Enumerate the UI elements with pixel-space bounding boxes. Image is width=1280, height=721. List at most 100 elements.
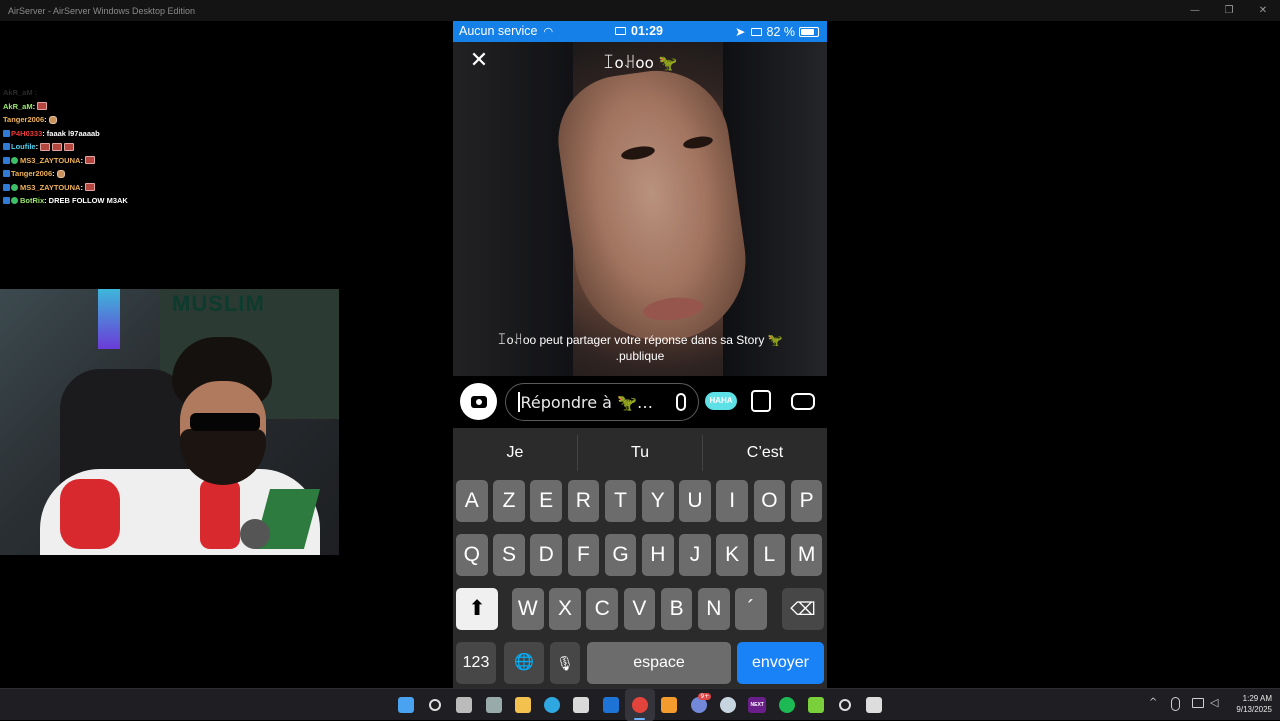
dictation-key[interactable]: 🎙 xyxy=(550,642,580,684)
suggestion-item[interactable]: Je xyxy=(453,435,578,471)
key-y[interactable]: Y xyxy=(642,480,674,522)
chat-badge-icon xyxy=(11,197,18,205)
globe-key[interactable]: 🌐 xyxy=(504,642,544,684)
chat-username[interactable]: Tanger2006 xyxy=(3,115,44,124)
key-c[interactable]: C xyxy=(586,588,618,630)
taskbar-app-app-a-icon[interactable] xyxy=(655,689,684,721)
chat-badge-icon xyxy=(3,197,10,205)
reply-input[interactable]: Répondre à 🦖… xyxy=(505,383,699,421)
send-key[interactable]: envoyer xyxy=(737,642,824,684)
chat-username[interactable]: Tanger2006 xyxy=(11,169,52,178)
taskbar-app-spotify-icon[interactable] xyxy=(772,689,801,721)
airplay-icon xyxy=(750,27,762,36)
chat-username[interactable]: Loufile xyxy=(11,142,36,151)
tray-chevron-icon[interactable]: ^ xyxy=(1149,697,1157,708)
key-f[interactable]: F xyxy=(567,534,600,576)
minimize-button[interactable]: — xyxy=(1178,0,1212,21)
location-icon: ➤ xyxy=(735,25,746,39)
taskbar-app-start-icon[interactable] xyxy=(391,689,420,721)
space-key[interactable]: espace xyxy=(587,642,731,684)
start-icon xyxy=(397,697,414,713)
key-p[interactable]: P xyxy=(790,480,823,522)
chat-text: faaak l97aaaab xyxy=(46,128,100,138)
taskbar-app-search-icon[interactable] xyxy=(420,689,449,721)
key-s[interactable]: S xyxy=(493,534,525,576)
key-m[interactable]: M xyxy=(790,534,823,576)
camera-button[interactable] xyxy=(460,383,497,420)
key-row-4: 123 🌐 🎙 espace envoyer xyxy=(453,642,827,684)
key-o[interactable]: O xyxy=(753,480,786,522)
key-d[interactable]: D xyxy=(530,534,562,576)
key-i[interactable]: I xyxy=(716,480,748,522)
key-q[interactable]: Q xyxy=(456,534,488,576)
chat-message: Tanger2006 : xyxy=(3,113,203,127)
key-w[interactable]: W xyxy=(512,588,544,630)
chat-username[interactable]: AkR_aM xyxy=(3,102,33,111)
sticker-icon[interactable] xyxy=(751,390,771,412)
taskbar-app-steam-icon[interactable] xyxy=(713,689,742,721)
key-k[interactable]: K xyxy=(716,534,748,576)
taskbar-app-settings-icon[interactable] xyxy=(479,689,508,721)
key-h[interactable]: H xyxy=(642,534,674,576)
taskbar-app-file-explorer-icon[interactable] xyxy=(508,689,537,721)
key-row-1: AZERTYUIOP xyxy=(453,480,827,522)
tray-mic-icon[interactable] xyxy=(1171,697,1180,711)
reply-bar: Répondre à 🦖… HAHA xyxy=(453,376,827,428)
taskbar-app-edge-icon[interactable] xyxy=(537,689,566,721)
taskbar-app-discord-icon[interactable]: 9+ xyxy=(684,689,713,721)
network-icon[interactable] xyxy=(1192,698,1204,708)
restore-button[interactable]: ❐ xyxy=(1212,0,1246,21)
suggestion-item[interactable]: C’est xyxy=(703,435,827,471)
key-z[interactable]: Z xyxy=(493,480,525,522)
shift-key[interactable]: ⬆ xyxy=(456,588,498,630)
steam-icon xyxy=(719,697,736,713)
story-username[interactable]: ꀤoꃅoo 🦖 xyxy=(453,52,827,72)
chat-username[interactable]: P4H0333 xyxy=(11,129,42,138)
taskbar-app-green-play-icon[interactable] xyxy=(801,689,830,721)
taskbar-app-next-icon[interactable]: NEXT xyxy=(743,689,772,721)
chat-separator: : xyxy=(35,142,39,152)
key-t[interactable]: T xyxy=(604,480,637,522)
game-controller-icon[interactable] xyxy=(791,393,815,410)
key-g[interactable]: G xyxy=(604,534,637,576)
chat-username[interactable]: BotRix xyxy=(20,196,44,205)
notice-line-1: ꀤoꃅoo peut partager votre réponse dans s… xyxy=(497,333,783,347)
chat-badge-icon xyxy=(3,129,10,137)
file-explorer-icon xyxy=(514,697,531,713)
chat-username[interactable]: MS3_ZAYTOUNA xyxy=(20,183,80,192)
clock-date: 9/13/2025 xyxy=(1236,705,1272,714)
notice-line-2: .publique xyxy=(615,349,665,363)
chat-message: MS3_ZAYTOUNA : xyxy=(3,181,203,195)
key-e[interactable]: E xyxy=(530,480,562,522)
numbers-key[interactable]: 123 xyxy=(456,642,496,684)
taskbar-app-store-icon[interactable] xyxy=(567,689,596,721)
chat-username[interactable]: MS3_ZAYTOUNA xyxy=(20,156,80,165)
key-j[interactable]: J xyxy=(679,534,711,576)
spotify-icon xyxy=(778,697,795,713)
close-window-button[interactable]: ✕ xyxy=(1246,0,1280,21)
key-b[interactable]: B xyxy=(660,588,693,630)
taskbar-app-inbox-icon[interactable] xyxy=(860,689,889,721)
taskbar-app-app-clock-icon[interactable] xyxy=(830,689,859,721)
haha-sticker-button[interactable]: HAHA xyxy=(705,392,737,410)
key-n[interactable]: N xyxy=(698,588,730,630)
taskbar-app-task-view-icon[interactable] xyxy=(450,689,479,721)
wifi-icon: ◠ xyxy=(543,25,554,38)
key-r[interactable]: R xyxy=(567,480,600,522)
key-a[interactable]: A xyxy=(456,480,488,522)
key-l[interactable]: L xyxy=(753,534,786,576)
key-v[interactable]: V xyxy=(623,588,656,630)
search-icon xyxy=(428,699,441,711)
key-u[interactable]: U xyxy=(679,480,711,522)
chat-separator: : xyxy=(42,128,45,138)
delete-key[interactable]: ⌫ xyxy=(782,588,824,630)
taskbar-app-outlook-icon[interactable] xyxy=(596,689,625,721)
mic-icon[interactable] xyxy=(676,393,686,411)
taskbar-app-chrome-icon[interactable] xyxy=(625,689,655,721)
volume-icon[interactable]: ◁ xyxy=(1210,696,1218,709)
key-accent[interactable]: ´ xyxy=(735,588,767,630)
window-title: AirServer - AirServer Windows Desktop Ed… xyxy=(8,5,196,16)
taskbar-clock[interactable]: 1:29 AM 9/13/2025 xyxy=(1226,693,1272,715)
key-x[interactable]: X xyxy=(549,588,581,630)
suggestion-item[interactable]: Tu xyxy=(578,435,703,471)
